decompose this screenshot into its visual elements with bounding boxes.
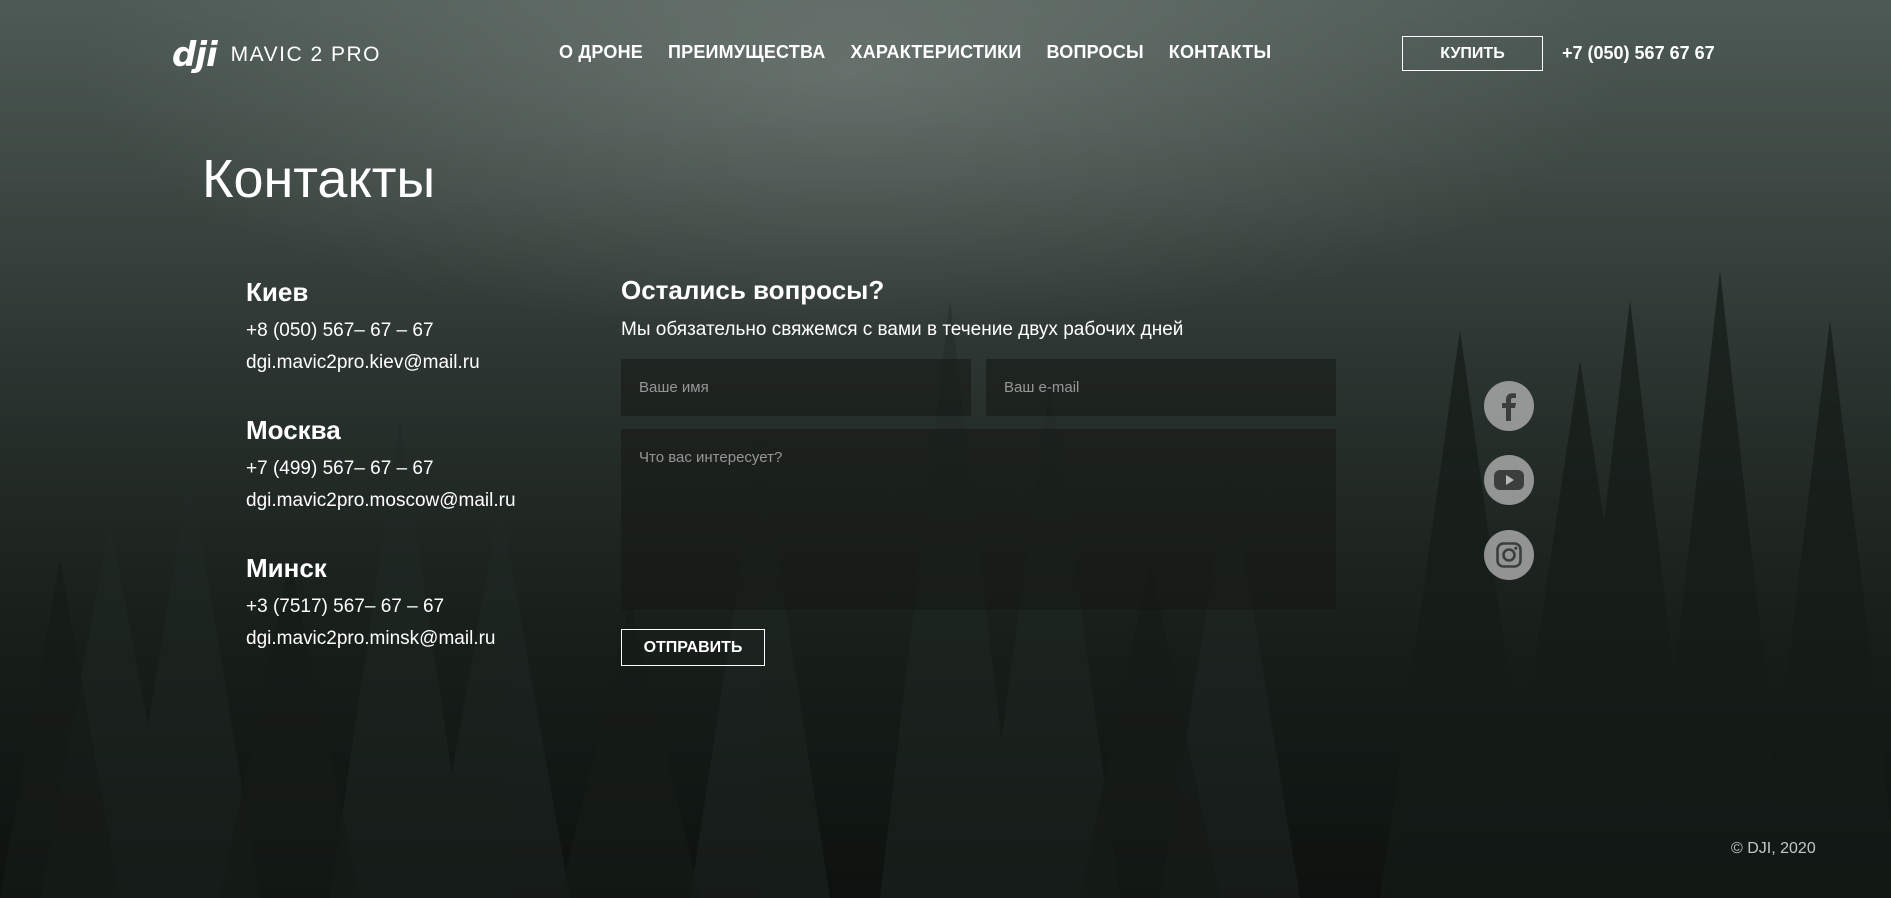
facebook-icon xyxy=(1502,393,1516,421)
city-name: Москва xyxy=(246,415,341,445)
form-title: Остались вопросы? xyxy=(621,275,885,305)
send-button[interactable]: ОТПРАВИТЬ xyxy=(621,629,765,666)
nav-advantages[interactable]: ПРЕИМУЩЕСТВА xyxy=(668,42,825,63)
nav-specs[interactable]: ХАРАКТЕРИСТИКИ xyxy=(850,42,1021,63)
instagram-icon xyxy=(1496,542,1522,568)
email-input[interactable] xyxy=(986,359,1336,416)
youtube-icon xyxy=(1494,470,1524,490)
page-title: Контакты xyxy=(202,149,436,209)
instagram-link[interactable] xyxy=(1484,530,1534,580)
contact-email[interactable]: dgi.mavic2pro.minsk@mail.ru xyxy=(246,629,495,648)
header-phone[interactable]: +7 (050) 567 67 67 xyxy=(1562,43,1715,64)
main-nav: О ДРОНЕ ПРЕИМУЩЕСТВА ХАРАКТЕРИСТИКИ ВОПР… xyxy=(559,42,1271,63)
youtube-link[interactable] xyxy=(1484,455,1534,505)
city-name: Минск xyxy=(246,553,327,583)
form-subtitle: Мы обязательно свяжемся с вами в течение… xyxy=(621,319,1184,340)
contact-minsk: Минск +3 (7517) 567– 67 – 67 dgi.mavic2p… xyxy=(246,555,495,648)
contact-phone[interactable]: +8 (050) 567– 67 – 67 xyxy=(246,321,480,340)
contact-email[interactable]: dgi.mavic2pro.kiev@mail.ru xyxy=(246,353,480,372)
contact-phone[interactable]: +7 (499) 567– 67 – 67 xyxy=(246,459,516,478)
buy-button[interactable]: КУПИТЬ xyxy=(1402,36,1543,71)
message-textarea[interactable] xyxy=(621,429,1336,610)
contact-email[interactable]: dgi.mavic2pro.moscow@mail.ru xyxy=(246,491,516,510)
nav-contacts[interactable]: КОНТАКТЫ xyxy=(1169,42,1272,63)
name-input[interactable] xyxy=(621,359,971,416)
nav-questions[interactable]: ВОПРОСЫ xyxy=(1047,42,1144,63)
logo-text: MAVIC 2 PRO xyxy=(230,43,381,66)
copyright: © DJI, 2020 xyxy=(1731,840,1816,857)
contact-phone[interactable]: +3 (7517) 567– 67 – 67 xyxy=(246,597,495,616)
nav-about[interactable]: О ДРОНЕ xyxy=(559,42,643,63)
contact-moscow: Москва +7 (499) 567– 67 – 67 dgi.mavic2p… xyxy=(246,417,516,510)
dji-logo-mark: dji xyxy=(172,35,218,75)
facebook-link[interactable] xyxy=(1484,381,1534,431)
city-name: Киев xyxy=(246,277,309,307)
contact-kiev: Киев +8 (050) 567– 67 – 67 dgi.mavic2pro… xyxy=(246,279,480,372)
logo[interactable]: dji MAVIC 2 PRO xyxy=(172,38,381,72)
